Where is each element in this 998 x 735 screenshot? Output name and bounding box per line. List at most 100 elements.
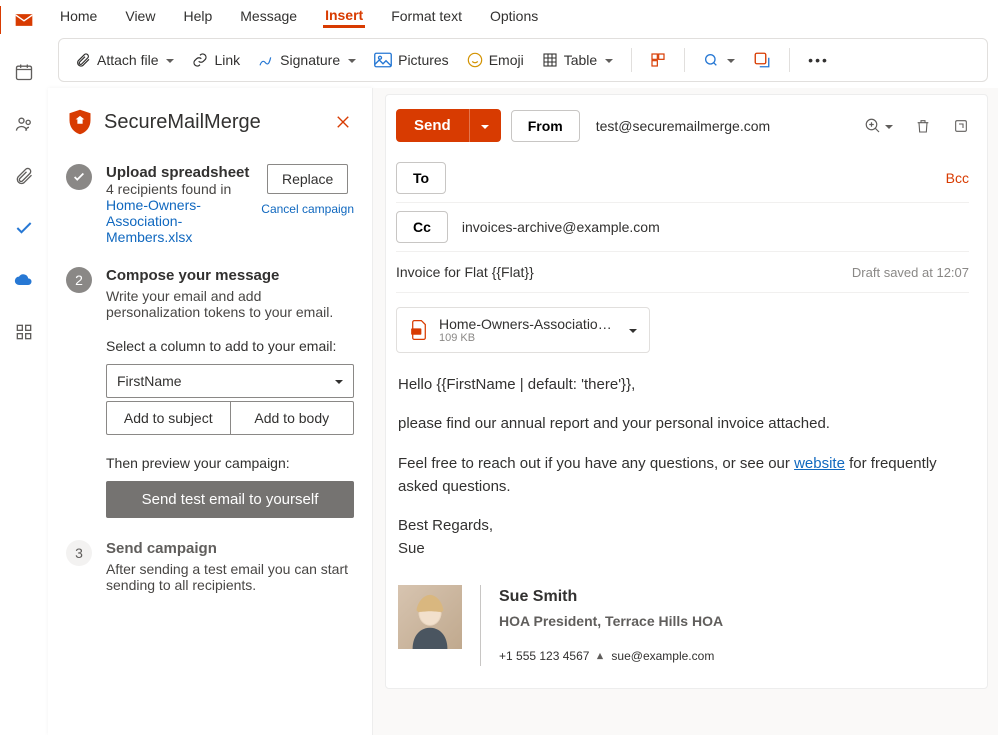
close-panel-button[interactable] [332, 111, 354, 133]
compose-area: Send From test@securemailmerge.com [373, 88, 998, 735]
popout-icon[interactable] [953, 118, 969, 134]
pdf-file-icon [409, 319, 429, 341]
to-button[interactable]: To [396, 162, 446, 194]
tab-insert[interactable]: Insert [323, 3, 365, 28]
tab-format-text[interactable]: Format text [389, 4, 464, 28]
select-column-label: Select a column to add to your email: [106, 338, 354, 354]
tab-view[interactable]: View [123, 4, 157, 28]
brand: SecureMailMerge [66, 108, 261, 136]
emoji-label: Emoji [489, 52, 524, 68]
ribbon-overflow[interactable]: ••• [802, 48, 835, 72]
side-panel: SecureMailMerge Upload spreadsheet [48, 88, 373, 735]
ribbon-separator [684, 48, 685, 72]
tab-options[interactable]: Options [488, 4, 540, 28]
to-row: To Bcc [396, 154, 969, 203]
signature-label: Signature [280, 52, 340, 68]
link-button[interactable]: Link [186, 48, 246, 72]
signature-separator-icon [595, 651, 605, 661]
preview-label: Then preview your campaign: [106, 455, 354, 471]
subject-input[interactable]: Invoice for Flat {{Flat}} [396, 264, 852, 280]
body-p5: Sue [398, 537, 967, 560]
addin-2-button[interactable] [697, 48, 741, 72]
signature-phone: +1 555 123 4567 [499, 647, 589, 666]
attachment-name: Home-Owners-Association-R... [439, 316, 619, 332]
step-3-title: Send campaign [106, 540, 354, 557]
step-2-number: 2 [66, 267, 92, 293]
body-p4: Best Regards, [398, 514, 967, 537]
brand-shield-icon [66, 108, 94, 136]
check-rail-icon[interactable] [12, 216, 36, 240]
send-button[interactable]: Send [396, 109, 469, 142]
mail-rail-icon[interactable] [12, 8, 36, 32]
tab-home[interactable]: Home [58, 4, 99, 28]
cc-button[interactable]: Cc [396, 211, 448, 243]
step-3-number: 3 [66, 540, 92, 566]
left-rail [0, 0, 48, 735]
signature-title: HOA President, Terrace Hills HOA [499, 611, 723, 633]
send-dropdown[interactable] [469, 109, 501, 142]
tab-help[interactable]: Help [181, 4, 214, 28]
signature-email: sue@example.com [611, 647, 714, 666]
step-2-title: Compose your message [106, 267, 354, 284]
attach-file-button[interactable]: Attach file [69, 48, 180, 72]
body-p2: please find our annual report and your p… [398, 412, 967, 435]
pictures-button[interactable]: Pictures [368, 48, 455, 72]
cc-row: Cc invoices-archive@example.com [396, 203, 969, 252]
signature-divider [480, 585, 481, 666]
chevron-down-icon [605, 52, 613, 68]
from-button[interactable]: From [511, 110, 580, 142]
brand-name: SecureMailMerge [104, 111, 261, 134]
ribbon: Attach file Link Signature Pictures [58, 38, 988, 82]
signature-name: Sue Smith [499, 585, 723, 610]
tab-message[interactable]: Message [238, 4, 299, 28]
attach-rail-icon[interactable] [12, 164, 36, 188]
chevron-down-icon [166, 52, 174, 68]
step-1: Upload spreadsheet 4 recipients found in… [66, 164, 354, 245]
chevron-down-icon [348, 52, 356, 68]
uploaded-file-link[interactable]: Home-Owners-Association-Members.xlsx [106, 197, 251, 245]
send-button-group: Send [396, 109, 501, 142]
signature-button[interactable]: Signature [252, 48, 362, 72]
cancel-campaign-link[interactable]: Cancel campaign [261, 202, 354, 216]
column-select[interactable]: FirstName [106, 364, 354, 398]
step-1-title: Upload spreadsheet [106, 164, 251, 181]
body-p1: Hello {{FirstName | default: 'there'}}, [398, 373, 967, 396]
calendar-rail-icon[interactable] [12, 60, 36, 84]
draft-saved-label: Draft saved at 12:07 [852, 265, 969, 280]
step-2: 2 Compose your message Write your email … [66, 267, 354, 518]
link-label: Link [214, 52, 240, 68]
cc-value[interactable]: invoices-archive@example.com [462, 219, 969, 235]
chevron-down-icon [629, 322, 637, 338]
top-tabs: Home View Help Message Insert Format tex… [48, 0, 998, 32]
attachment-size: 109 KB [439, 332, 619, 344]
avatar [398, 585, 462, 649]
column-select-value: FirstName [117, 373, 182, 389]
body-p3: Feel free to reach out if you have any q… [398, 452, 967, 499]
step-1-recipients: 4 recipients found in [106, 181, 251, 197]
attach-file-label: Attach file [97, 52, 158, 68]
emoji-button[interactable]: Emoji [461, 48, 530, 72]
step-1-check-icon [66, 164, 92, 190]
attachment-chip[interactable]: Home-Owners-Association-R... 109 KB [396, 307, 650, 353]
addin-1-button[interactable] [644, 48, 672, 72]
table-button[interactable]: Table [536, 48, 619, 72]
bcc-link[interactable]: Bcc [946, 170, 969, 186]
add-to-body-button[interactable]: Add to body [230, 401, 355, 435]
email-body[interactable]: Hello {{FirstName | default: 'there'}}, … [396, 357, 969, 668]
signature-block: Sue Smith HOA President, Terrace Hills H… [398, 585, 967, 666]
chevron-down-icon [885, 118, 893, 134]
chevron-down-icon [335, 373, 343, 389]
apps-rail-icon[interactable] [12, 320, 36, 344]
discard-icon[interactable] [915, 117, 931, 135]
cloud-rail-icon[interactable] [12, 268, 36, 292]
chevron-down-icon [727, 52, 735, 68]
replace-button[interactable]: Replace [267, 164, 348, 194]
people-rail-icon[interactable] [12, 112, 36, 136]
step-2-desc: Write your email and add personalization… [106, 288, 354, 320]
from-address: test@securemailmerge.com [596, 118, 771, 134]
addin-3-button[interactable] [747, 47, 777, 73]
add-to-subject-button[interactable]: Add to subject [106, 401, 231, 435]
website-link[interactable]: website [794, 455, 845, 472]
zoom-icon[interactable] [864, 117, 893, 135]
send-test-button[interactable]: Send test email to yourself [106, 481, 354, 518]
